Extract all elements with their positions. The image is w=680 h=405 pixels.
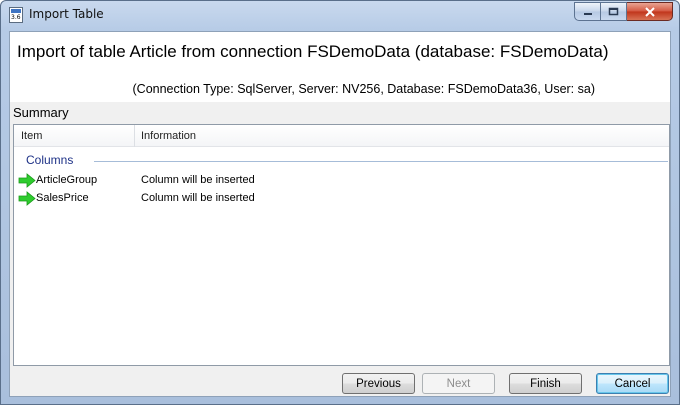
previous-button[interactable]: Previous — [342, 373, 415, 394]
item-name: SalesPrice — [36, 192, 89, 204]
item-name: ArticleGroup — [36, 174, 98, 186]
title-bar[interactable]: 3.6 Import Table — [1, 1, 679, 30]
window-title: Import Table — [29, 7, 104, 21]
header-panel: Import of table Article from connection … — [10, 32, 670, 102]
page-title: Import of table Article from connection … — [17, 42, 609, 61]
summary-list[interactable]: Item Information Columns ArticleGroup Co… — [13, 124, 670, 366]
maximize-button[interactable] — [601, 2, 627, 21]
summary-label: Summary — [13, 105, 69, 120]
green-arrow-right-icon — [18, 191, 36, 206]
app-icon-text: 3.6 — [11, 14, 21, 21]
item-information: Column will be inserted — [141, 192, 255, 204]
group-header-columns[interactable]: Columns — [26, 153, 668, 169]
column-divider[interactable] — [134, 125, 135, 147]
maximize-icon — [608, 7, 619, 16]
import-table-window: 3.6 Import Table Import of table Article… — [0, 0, 680, 405]
button-bar: Previous Next Finish Cancel — [10, 368, 670, 396]
finish-button[interactable]: Finish — [509, 373, 582, 394]
green-arrow-right-icon — [18, 173, 36, 188]
connection-info: (Connection Type: SqlServer, Server: NV2… — [132, 82, 596, 96]
column-header-item[interactable]: Item — [21, 130, 42, 142]
window-controls — [574, 2, 673, 21]
table-import-icon: 3.6 — [9, 7, 23, 23]
list-item[interactable]: SalesPrice Column will be inserted — [14, 190, 669, 208]
column-header-information[interactable]: Information — [141, 130, 196, 142]
group-divider — [94, 161, 668, 162]
dialog-client-area: Import of table Article from connection … — [9, 31, 671, 397]
cancel-button[interactable]: Cancel — [596, 373, 669, 394]
column-header-row: Item Information — [14, 125, 669, 147]
next-button[interactable]: Next — [422, 373, 495, 394]
minimize-button[interactable] — [574, 2, 601, 21]
close-icon — [644, 6, 655, 17]
list-item[interactable]: ArticleGroup Column will be inserted — [14, 172, 669, 190]
close-button[interactable] — [627, 2, 673, 21]
minimize-icon — [583, 12, 592, 15]
group-label: Columns — [26, 153, 74, 167]
item-information: Column will be inserted — [141, 174, 255, 186]
